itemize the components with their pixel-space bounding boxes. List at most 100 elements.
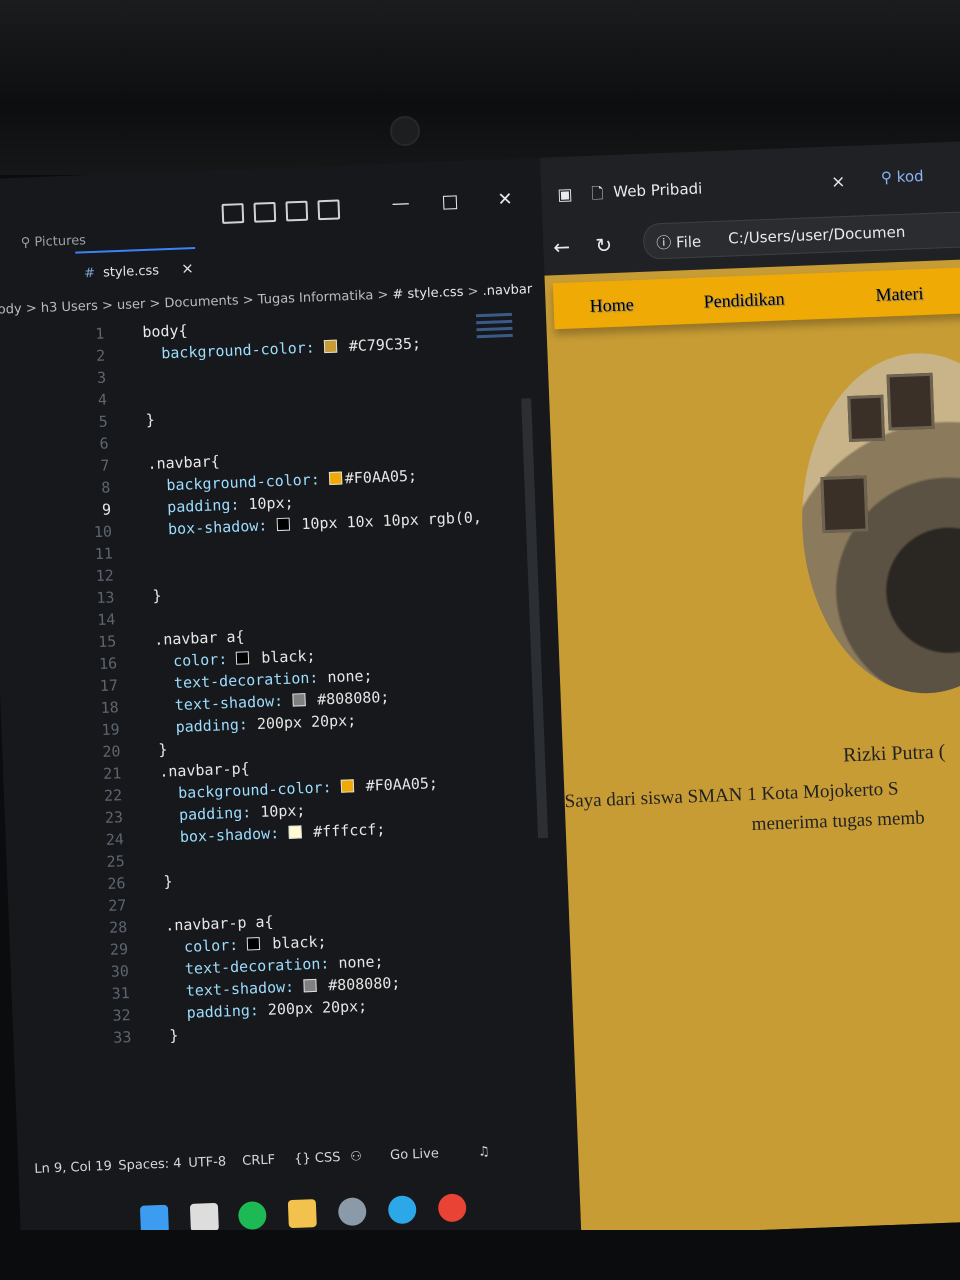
encoding[interactable]: UTF-8 — [188, 1154, 226, 1170]
file-app-icon[interactable] — [189, 1202, 219, 1232]
line-number: 30 — [110, 962, 130, 981]
toggle-panel-icon[interactable] — [285, 200, 309, 222]
explorer-label[interactable]: ⚲ Pictures — [21, 233, 87, 250]
line-number: 27 — [107, 896, 127, 915]
color-swatch[interactable] — [328, 471, 343, 486]
breadcrumb-item[interactable]: # style.css — [392, 285, 464, 303]
editor-scrollbar[interactable] — [521, 398, 549, 839]
css-value: 200px 20px; — [247, 711, 357, 734]
spotify-icon[interactable] — [237, 1200, 267, 1231]
language-mode[interactable]: {} CSS — [294, 1150, 341, 1167]
css-selector: .navbar a{ — [153, 627, 245, 649]
line-ending[interactable]: CRLF — [242, 1153, 275, 1169]
minimap[interactable] — [475, 308, 529, 390]
css-selector: } — [163, 872, 173, 891]
minimize-button[interactable]: — — [391, 193, 410, 215]
css-property: padding: — [175, 715, 249, 737]
copilot-icon[interactable]: ⚇ — [350, 1149, 362, 1164]
breadcrumb-item[interactable]: Tugas Informatika — [257, 288, 373, 307]
toggle-primary-sidebar-icon[interactable] — [253, 201, 277, 223]
css-selector: .navbar-p{ — [158, 759, 250, 781]
go-live-button[interactable]: Go Live — [390, 1146, 439, 1163]
breadcrumb-item[interactable]: .body — [0, 302, 22, 318]
line-number: 28 — [108, 918, 128, 937]
chrome-icon[interactable] — [437, 1193, 467, 1223]
css-property: box-shadow: — [167, 516, 268, 539]
maximize-button[interactable]: □ — [441, 191, 459, 213]
toggle-secondary-sidebar-icon[interactable] — [317, 199, 341, 221]
reload-icon[interactable]: ↻ — [595, 233, 613, 258]
browser-search[interactable]: ⚲ kod — [881, 167, 924, 187]
css-property: text-shadow: — [174, 691, 284, 715]
navbar: Home Pendidikan Materi — [552, 266, 960, 330]
color-swatch[interactable] — [291, 693, 306, 707]
site-info-label: File — [675, 232, 702, 252]
file-explorer-icon[interactable] — [287, 1199, 317, 1229]
css-value: 10px; — [250, 801, 306, 822]
profile-photo — [795, 348, 960, 698]
line-number: 14 — [96, 610, 116, 630]
close-button[interactable]: ✕ — [497, 189, 513, 211]
css-selector: body{ — [142, 321, 188, 342]
line-number: 3 — [96, 368, 107, 387]
css-selector: } — [152, 586, 162, 605]
indentation[interactable]: Spaces: 4 — [118, 1156, 182, 1173]
line-number: 10 — [93, 522, 113, 542]
profile-description-line2: menerima tugas memb — [751, 807, 926, 836]
line-number: 2 — [95, 346, 106, 365]
line-number: 6 — [99, 434, 109, 453]
breadcrumb-item[interactable]: Documents — [164, 293, 239, 311]
color-swatch[interactable] — [276, 517, 290, 532]
color-swatch[interactable] — [247, 937, 261, 951]
browser-window: ▣ 🗋 Web Pribadi × ⚲ kod ← ↻ ⓘ File C:/Us… — [539, 140, 960, 1237]
color-swatch[interactable] — [302, 978, 317, 993]
code-editor[interactable]: 1 body{2 background-color: #C79C35; 3 4 5 }… — [76, 308, 524, 1050]
nav-link-home[interactable]: Home — [589, 294, 634, 317]
address-bar[interactable]: ⓘ File C:/Users/user/Documen — [642, 210, 960, 260]
breadcrumb-item[interactable]: .navbar — [482, 282, 532, 299]
color-swatch[interactable] — [340, 779, 354, 793]
line-number: 9 — [101, 500, 112, 519]
layout-icon[interactable] — [221, 203, 245, 224]
tab-style-css[interactable]: # style.css × — [84, 259, 194, 281]
nav-link-pendidikan[interactable]: Pendidikan — [703, 288, 785, 312]
line-number: 23 — [104, 808, 124, 827]
css-value: #808080; — [318, 973, 401, 995]
settings-gear-icon[interactable] — [337, 1197, 367, 1227]
css-value: 10px; — [239, 493, 294, 514]
tab-close-icon[interactable]: × — [181, 259, 194, 277]
css-property: padding: — [166, 495, 240, 517]
color-swatch[interactable] — [323, 339, 337, 354]
line-number: 13 — [96, 588, 115, 608]
cursor-position[interactable]: Ln 9, Col 19 — [34, 1159, 112, 1177]
line-number: 29 — [109, 940, 129, 959]
browser-tab-title[interactable]: Web Pribadi — [613, 179, 703, 200]
css-value: #F0AA05; — [344, 466, 418, 488]
color-swatch[interactable] — [236, 651, 250, 665]
css-property: box-shadow: — [179, 824, 280, 847]
tab-actions-icon[interactable]: ▣ — [557, 184, 573, 204]
tab-label: style.css — [102, 263, 160, 281]
css-value: black; — [251, 646, 316, 668]
notification-bell-icon[interactable]: ♫ — [478, 1144, 490, 1159]
breadcrumb-item[interactable]: h3 — [41, 300, 58, 316]
color-swatch[interactable] — [287, 825, 302, 839]
edge-icon[interactable] — [387, 1195, 417, 1225]
active-tab-indicator — [75, 246, 196, 254]
breadcrumb-item[interactable]: Users — [61, 299, 98, 315]
site-info[interactable]: ⓘ File — [656, 231, 702, 254]
back-arrow-icon[interactable]: ← — [553, 235, 571, 260]
breadcrumb-item[interactable]: user — [117, 297, 146, 313]
css-value: #F0AA05; — [356, 774, 439, 796]
nav-link-materi[interactable]: Materi — [875, 283, 924, 306]
browser-tab-close-icon[interactable]: × — [831, 172, 846, 193]
